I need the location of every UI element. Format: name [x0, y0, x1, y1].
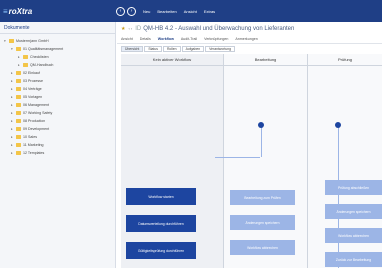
document-tree: ▾ Musterm(ann GmbH ▾ 01 Qualitätsmanagemen… — [0, 34, 115, 157]
lane-editing: Bearbeitung — [224, 54, 308, 268]
tree-item[interactable]: ▸ 05 Vorlagen — [0, 93, 115, 101]
folder-icon — [16, 47, 21, 51]
tree-item[interactable]: ▸ 12 Templates — [0, 149, 115, 157]
forward-button[interactable]: › — [127, 6, 136, 16]
review-cancel-button[interactable]: Workflow abbrechen — [325, 228, 382, 243]
state-node-review[interactable] — [335, 122, 341, 128]
cancel-workflow-button[interactable]: Workflow abbrechen — [230, 240, 295, 255]
start-workflow-button[interactable]: Workflow starten — [126, 188, 196, 205]
menu-item-view[interactable]: Ansicht — [184, 9, 197, 14]
tree-item[interactable]: ▾ 01 Qualitätsmanagement — [0, 45, 115, 53]
tree-item-label: 04 Verträge — [23, 87, 42, 91]
document-id-label: ID — [135, 25, 142, 32]
edit-release-button[interactable]: Bearbeitung zum Prüfen — [230, 190, 295, 205]
tree-item[interactable]: ▸ 06 Management — [0, 101, 115, 109]
tree-item[interactable]: ▸ Checklisten — [0, 53, 115, 61]
tab-workflow[interactable]: Workflow — [158, 37, 174, 41]
back-to-edit-button[interactable]: Zurück zur Bearbeitung — [325, 252, 382, 267]
tab-details[interactable]: Details — [140, 37, 151, 41]
document-title: QM-HB 4.2 - Auswahl und Überwachung von … — [143, 25, 295, 32]
subtab-overview[interactable]: Übersicht — [121, 45, 144, 52]
subtab-responsibility[interactable]: Verantwortung — [205, 45, 235, 52]
main-content: ★ ‹ › ID QM-HB 4.2 - Auswahl und Überwac… — [117, 22, 382, 268]
folder-icon — [16, 143, 21, 147]
tree-item[interactable]: ▸ 11 Marketing — [0, 141, 115, 149]
folder-icon — [23, 55, 28, 59]
connector-line — [215, 157, 260, 158]
nav-arrows-icon[interactable]: ‹ › — [128, 26, 132, 31]
tree-item[interactable]: ▸ 04 Verträge — [0, 85, 115, 93]
tree-item[interactable]: ▸ 03 Prozesse — [0, 77, 115, 85]
tree-item-label: QM-Handbuch — [30, 63, 54, 67]
tree-item[interactable]: ▸ 02 Einkauf — [0, 69, 115, 77]
tree-item-label: 01 Qualitätsmanagement — [23, 47, 64, 51]
main-menu: Neu Bearbeiten Ansicht Extras — [143, 9, 215, 14]
complete-review-button[interactable]: Prüfung abschließen — [325, 180, 382, 195]
folder-icon — [16, 95, 21, 99]
back-button[interactable]: ‹ — [116, 6, 125, 16]
app-logo[interactable]: ≡ roXtra — [0, 0, 116, 22]
folder-icon — [16, 111, 21, 115]
document-title-bar: ★ ‹ › ID QM-HB 4.2 - Auswahl und Überwac… — [117, 22, 382, 35]
folder-icon — [16, 135, 21, 139]
connector-line — [261, 125, 262, 157]
save-changes-button[interactable]: Änderungen speichern — [230, 215, 295, 230]
lane-header: Bearbeitung — [224, 54, 307, 66]
workflow-canvas: Kein aktiver Workflow Bearbeitung Prüfun… — [121, 54, 382, 268]
tree-item-label: Checklisten — [30, 55, 49, 59]
tree-item-label: 10 Sales — [23, 135, 37, 139]
workflow-subtabs: Übersicht Status Rollen Aufgaben Verantw… — [117, 44, 382, 53]
tab-view[interactable]: Ansicht — [121, 37, 133, 41]
folder-icon — [16, 79, 21, 83]
validity-check-button[interactable]: Gültigkeitsprüfung durchführen — [126, 242, 196, 259]
lane-header: Kein aktiver Workflow — [121, 54, 223, 66]
subtab-tasks[interactable]: Aufgaben — [181, 45, 205, 52]
folder-icon — [23, 63, 28, 67]
folder-icon — [16, 127, 21, 131]
tree-item[interactable]: ▸ 07 Working Safety — [0, 109, 115, 117]
sidebar: Dokumente ▾ Musterm(ann GmbH ▾ 01 Qualität… — [0, 22, 116, 268]
tab-notes[interactable]: Anmerkungen — [235, 37, 257, 41]
tree-item-label: 07 Working Safety — [23, 111, 53, 115]
logo-mark-icon: ≡ — [3, 6, 8, 16]
tree-item-label: 02 Einkauf — [23, 71, 40, 75]
folder-icon — [16, 119, 21, 123]
folder-icon — [16, 103, 21, 107]
folder-icon — [16, 151, 21, 155]
folder-icon — [16, 71, 21, 75]
top-bar: ≡ roXtra ‹ › Neu Bearbeiten Ansicht Extr… — [0, 0, 382, 22]
favorite-star-icon[interactable]: ★ — [121, 26, 125, 32]
tree-item[interactable]: ▸ 09 Development — [0, 125, 115, 133]
tree-item-label: 03 Prozesse — [23, 79, 43, 83]
folder-icon — [16, 87, 21, 91]
subtab-status[interactable]: Status — [144, 45, 162, 52]
review-save-button[interactable]: Änderungen speichern — [325, 204, 382, 219]
tree-item-label: 09 Development — [23, 127, 50, 131]
folder-icon — [9, 39, 14, 43]
menu-item-extras[interactable]: Extras — [204, 9, 215, 14]
tree-item[interactable]: ▸ 08 Production — [0, 117, 115, 125]
tree-item-label: 08 Production — [23, 119, 46, 123]
tree-item[interactable]: ▸ QM-Handbuch — [0, 61, 115, 69]
tree-item[interactable]: ▾ Musterm(ann GmbH — [0, 37, 115, 45]
connector-line — [338, 125, 339, 268]
logo-text: roXtra — [8, 6, 33, 16]
tree-item-label: 11 Marketing — [23, 143, 44, 147]
tree-item-label: Musterm(ann GmbH — [16, 39, 49, 43]
tree-item-label: 05 Vorlagen — [23, 95, 43, 99]
tab-links[interactable]: Verknüpfungen — [204, 37, 228, 41]
tree-item[interactable]: ▸ 10 Sales — [0, 133, 115, 141]
document-tabs: Ansicht Details Workflow Audit-Trail Ver… — [117, 35, 382, 44]
state-node-editing[interactable] — [258, 122, 264, 128]
menu-item-edit[interactable]: Bearbeiten — [157, 9, 176, 14]
lane-no-workflow: Kein aktiver Workflow — [121, 54, 224, 268]
tree-item-label: 06 Management — [23, 103, 49, 107]
auto-start-button[interactable]: Datumsverteilung durchführen — [126, 215, 196, 232]
subtab-roles[interactable]: Rollen — [162, 45, 181, 52]
menu-item-new[interactable]: Neu — [143, 9, 150, 14]
sidebar-title: Dokumente — [0, 22, 115, 34]
tab-audit-trail[interactable]: Audit-Trail — [181, 37, 197, 41]
tree-item-label: 12 Templates — [23, 151, 45, 155]
lane-header: Prüfung — [308, 54, 382, 66]
